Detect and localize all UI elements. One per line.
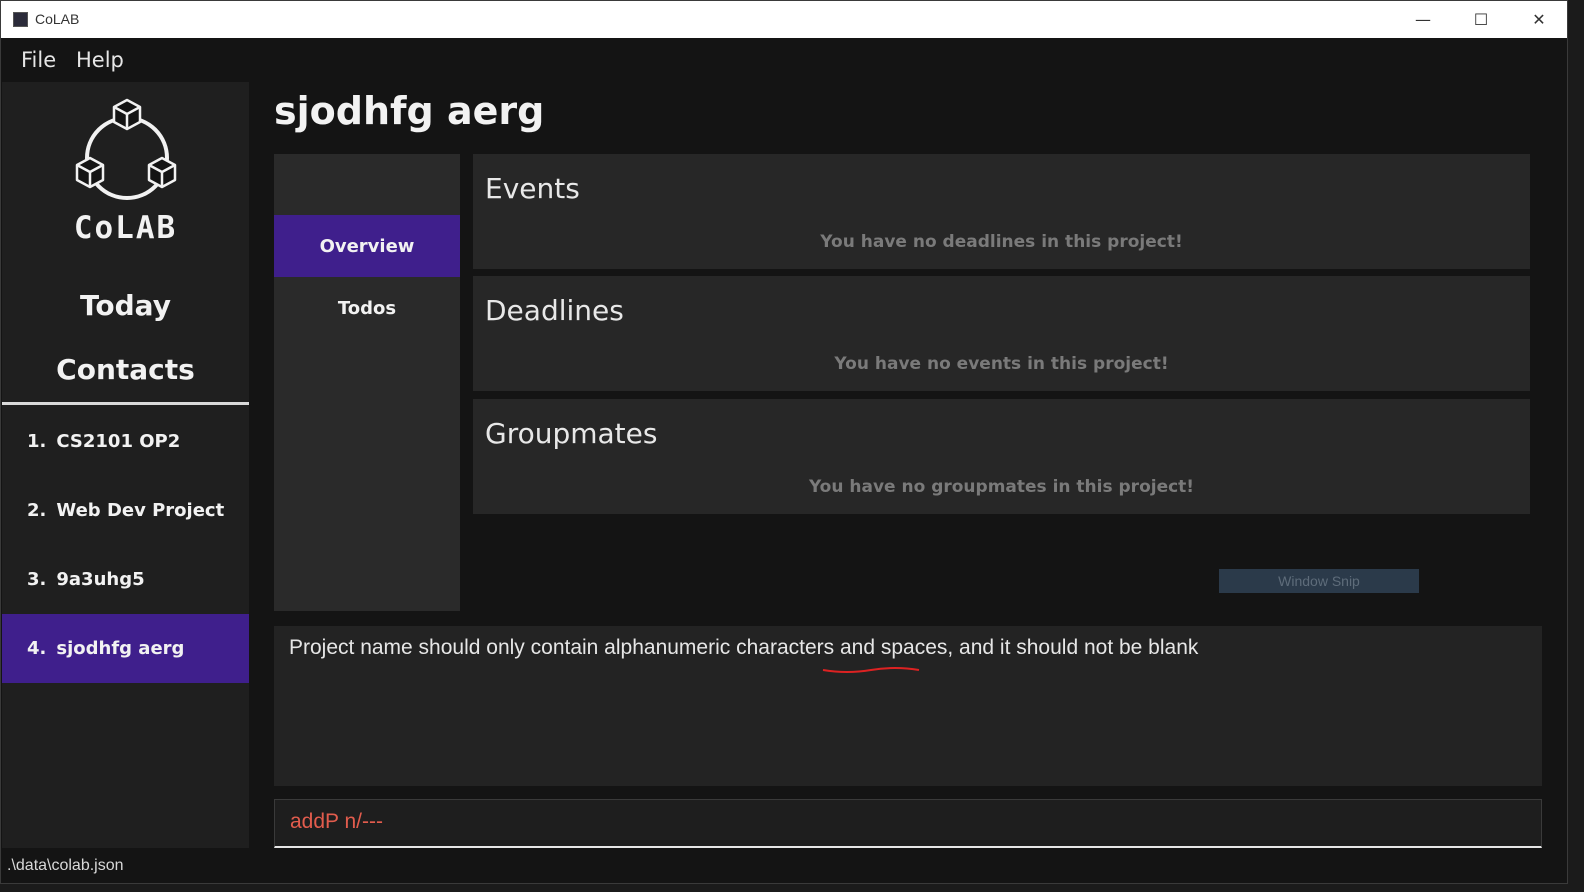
section-title: Events [485,172,580,205]
title-bar[interactable]: CoLAB — ☐ ✕ [1,1,1567,38]
groupmates-section: Groupmates You have no groupmates in thi… [473,399,1530,514]
close-button[interactable]: ✕ [1510,1,1568,38]
status-bar: .\data\colab.json [1,853,1567,883]
project-index: 4. [27,638,47,659]
nav-divider [2,402,249,405]
menu-bar: File Help [1,38,1567,82]
project-index: 2. [27,500,47,521]
colab-logo-icon [75,98,177,200]
app-window: CoLAB — ☐ ✕ File Help CoLAB Today Contac… [0,0,1568,884]
section-empty-message: You have no events in this project! [834,354,1169,374]
menu-help[interactable]: Help [76,48,124,72]
app-icon [13,12,28,27]
nav-contacts[interactable]: Contacts [2,353,249,386]
project-list-item[interactable]: 2. Web Dev Project [2,476,249,545]
project-name: Web Dev Project [56,500,225,521]
section-empty-message: You have no groupmates in this project! [808,477,1195,497]
section-title: Groupmates [485,417,658,450]
command-box[interactable] [274,799,1542,848]
project-list-item[interactable]: 3. 9a3uhg5 [2,545,249,614]
sidebar: CoLAB Today Contacts 1. CS2101 OP2 2. We… [2,82,249,848]
project-name: 9a3uhg5 [56,569,145,590]
tab-todos[interactable]: Todos [274,277,460,339]
nav-today[interactable]: Today [2,289,249,322]
project-index: 1. [27,431,47,452]
tab-pane: Overview Todos [274,154,460,611]
data-file-path: .\data\colab.json [7,857,124,874]
project-index: 3. [27,569,47,590]
minimize-button[interactable]: — [1394,1,1452,38]
result-message: Project name should only contain alphanu… [289,636,1199,659]
deadlines-section: Deadlines You have no events in this pro… [473,276,1530,391]
menu-file[interactable]: File [21,48,56,72]
project-name: CS2101 OP2 [56,431,181,452]
project-list-item-selected[interactable]: 4. sjodhfg aerg [2,614,249,683]
window-snip-overlay: Window Snip [1219,569,1419,593]
logo-text: CoLAB [73,210,178,246]
project-name: sjodhfg aerg [56,638,185,659]
result-display: Project name should only contain alphanu… [274,626,1542,786]
section-title: Deadlines [485,294,624,327]
spellcheck-underline [822,667,920,673]
tab-overview[interactable]: Overview [274,215,460,277]
maximize-button[interactable]: ☐ [1452,1,1510,38]
section-empty-message: You have no deadlines in this project! [820,232,1183,252]
project-title: sjodhfg aerg [274,89,545,133]
command-input[interactable] [290,810,1520,834]
window-title: CoLAB [35,11,80,27]
project-list-item[interactable]: 1. CS2101 OP2 [2,407,249,476]
events-section: Events You have no deadlines in this pro… [473,154,1530,269]
